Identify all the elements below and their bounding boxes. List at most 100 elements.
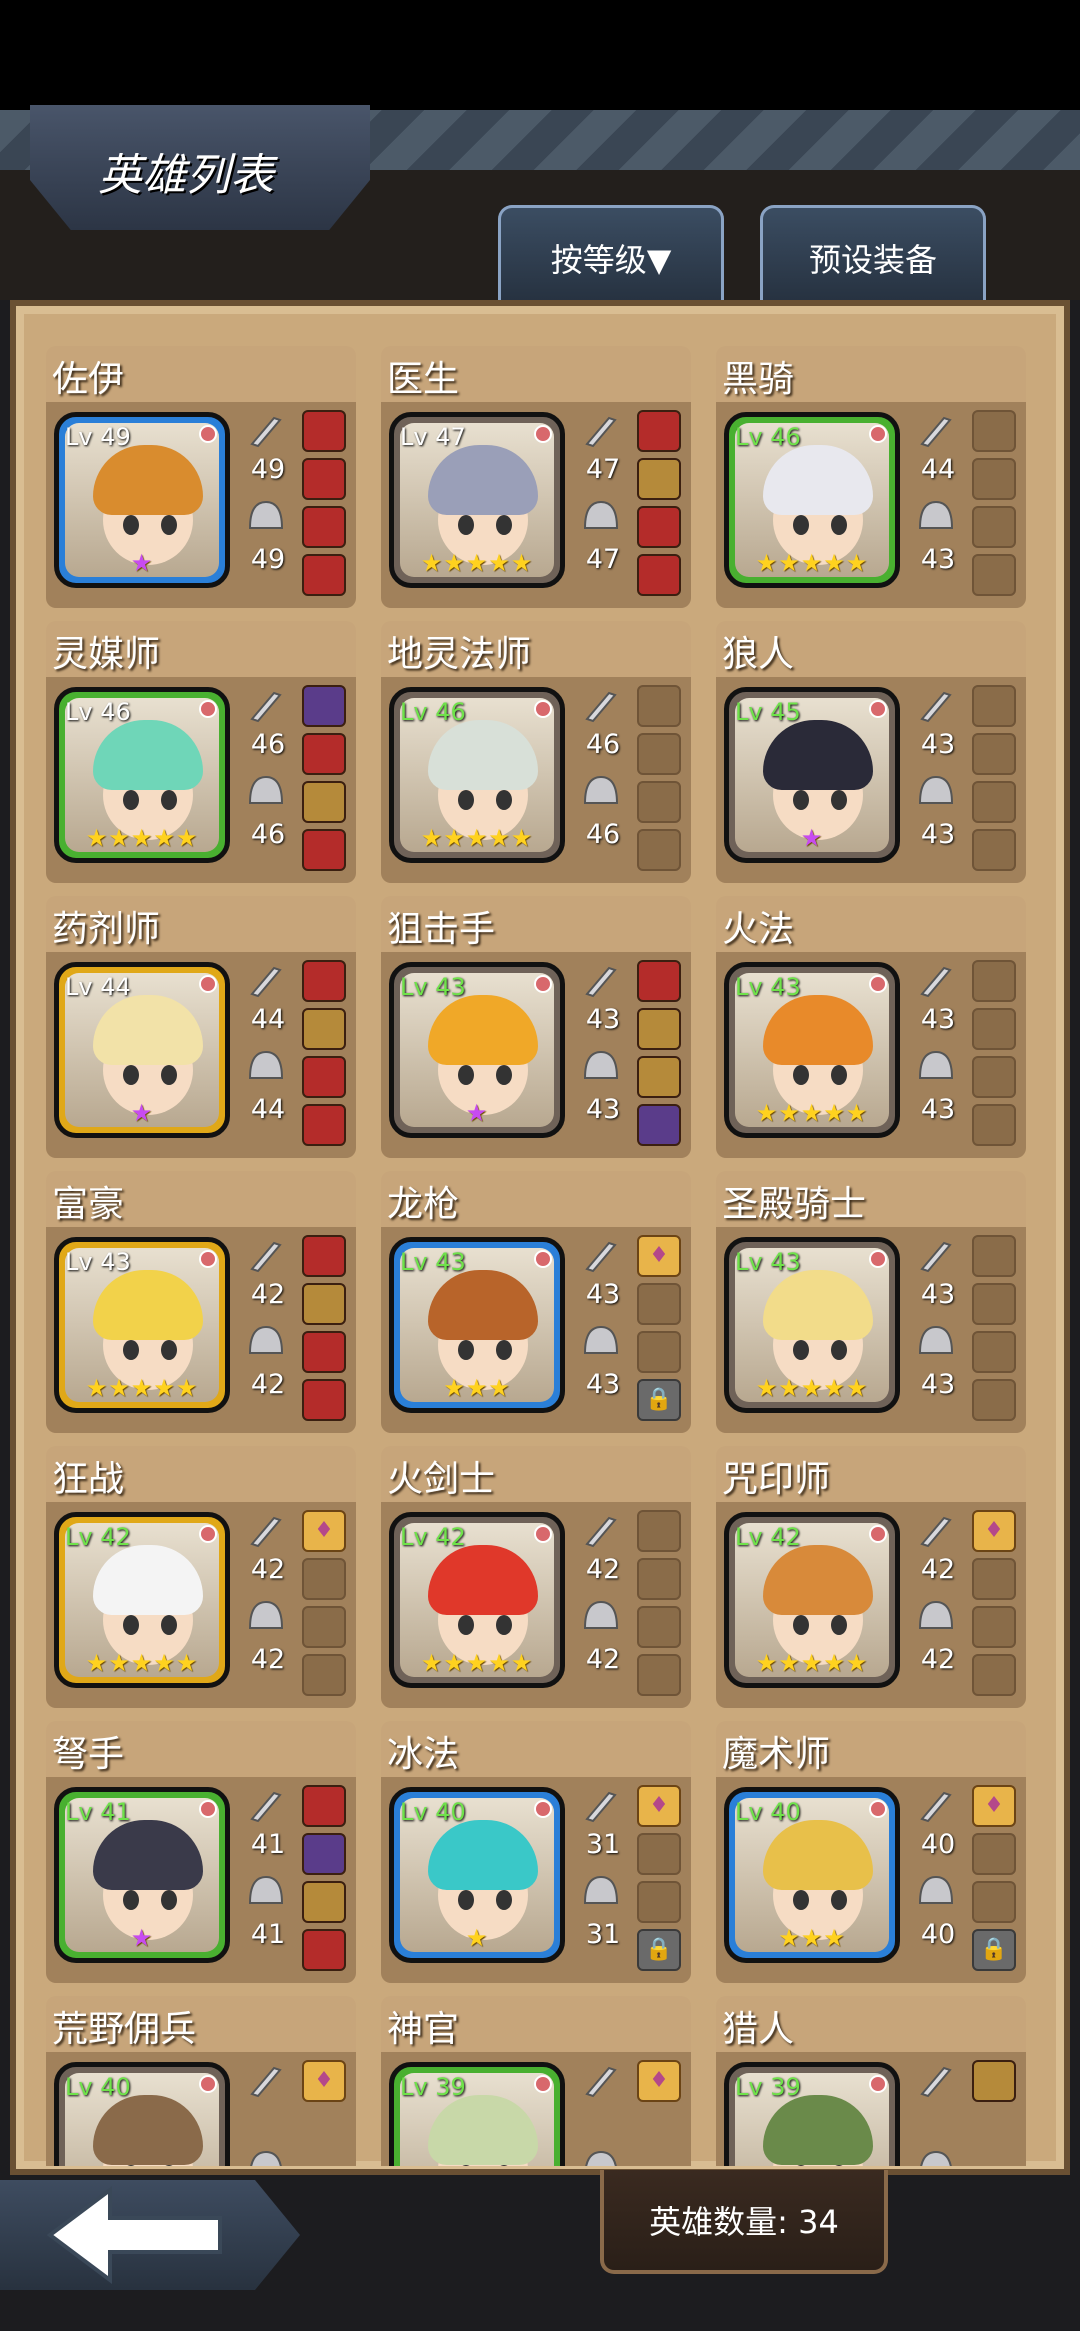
hero-card[interactable]: 黑骑 Lv 46 ★★★★★ 44 43 (716, 346, 1026, 608)
hero-portrait[interactable]: Lv 42 ★★★★★ (724, 1512, 900, 1688)
equip-slot[interactable] (302, 1283, 346, 1325)
empty-equip-slot[interactable] (972, 1881, 1016, 1923)
potion-slot[interactable]: ♦ (637, 1235, 681, 1277)
hero-portrait[interactable]: Lv 41 ★ (54, 1787, 230, 1963)
hero-card[interactable]: 猎人 Lv 39 (716, 1996, 1026, 2166)
hero-card[interactable]: 地灵法师 Lv 46 ★★★★★ 46 46 (381, 621, 691, 883)
hero-portrait[interactable]: Lv 46 ★★★★★ (389, 687, 565, 863)
empty-equip-slot[interactable] (972, 1379, 1016, 1421)
sort-by-level-button[interactable]: 按等级▼ (498, 205, 724, 308)
hero-card[interactable]: 圣殿骑士 Lv 43 ★★★★★ 43 43 (716, 1171, 1026, 1433)
hero-portrait[interactable]: Lv 46 ★★★★★ (54, 687, 230, 863)
back-button[interactable] (0, 2180, 300, 2290)
empty-equip-slot[interactable] (637, 1331, 681, 1373)
equip-slot[interactable] (637, 554, 681, 596)
hero-portrait[interactable]: Lv 49 ★ (54, 412, 230, 588)
equip-slot[interactable] (302, 781, 346, 823)
hero-card[interactable]: 狙击手 Lv 43 ★ 43 43 (381, 896, 691, 1158)
equip-slot[interactable] (637, 1056, 681, 1098)
equip-slot[interactable] (302, 1008, 346, 1050)
empty-equip-slot[interactable] (302, 1654, 346, 1696)
empty-equip-slot[interactable] (972, 506, 1016, 548)
hero-card[interactable]: 咒印师 Lv 42 ★★★★★ 42 42 ♦ (716, 1446, 1026, 1708)
hero-portrait[interactable]: Lv 43 ★★★★★ (724, 962, 900, 1138)
equip-slot[interactable] (302, 410, 346, 452)
hero-portrait[interactable]: Lv 47 ★★★★★ (389, 412, 565, 588)
equip-slot[interactable] (637, 1008, 681, 1050)
lock-icon[interactable]: 🔒 (637, 1379, 681, 1421)
hero-portrait[interactable]: Lv 45 ★ (724, 687, 900, 863)
hero-portrait[interactable]: Lv 42 ★★★★★ (389, 1512, 565, 1688)
hero-portrait[interactable]: Lv 39 (389, 2062, 565, 2166)
empty-equip-slot[interactable] (637, 1881, 681, 1923)
hero-portrait[interactable]: Lv 39 (724, 2062, 900, 2166)
equip-slot[interactable] (302, 1785, 346, 1827)
equip-slot[interactable] (302, 1833, 346, 1875)
hero-card[interactable]: 神官 Lv 39 ♦ (381, 1996, 691, 2166)
hero-card[interactable]: 狂战 Lv 42 ★★★★★ 42 42 ♦ (46, 1446, 356, 1708)
potion-slot[interactable]: ♦ (302, 1510, 346, 1552)
empty-equip-slot[interactable] (972, 554, 1016, 596)
empty-equip-slot[interactable] (972, 1104, 1016, 1146)
empty-equip-slot[interactable] (637, 1558, 681, 1600)
hero-portrait[interactable]: Lv 46 ★★★★★ (724, 412, 900, 588)
hero-card[interactable]: 佐伊 Lv 49 ★ 49 49 (46, 346, 356, 608)
empty-equip-slot[interactable] (302, 1558, 346, 1600)
empty-equip-slot[interactable] (972, 733, 1016, 775)
equip-slot[interactable] (302, 1104, 346, 1146)
equip-slot[interactable] (637, 506, 681, 548)
equip-slot[interactable] (302, 685, 346, 727)
equip-slot[interactable] (302, 1379, 346, 1421)
equip-slot[interactable] (302, 458, 346, 500)
empty-equip-slot[interactable] (972, 685, 1016, 727)
hero-card[interactable]: 魔术师 Lv 40 ★★★ 40 40 ♦ 🔒 (716, 1721, 1026, 1983)
empty-equip-slot[interactable] (637, 829, 681, 871)
equip-slot[interactable] (302, 1881, 346, 1923)
empty-equip-slot[interactable] (972, 1558, 1016, 1600)
empty-equip-slot[interactable] (637, 1510, 681, 1552)
empty-equip-slot[interactable] (972, 1008, 1016, 1050)
empty-equip-slot[interactable] (972, 1654, 1016, 1696)
potion-slot[interactable]: ♦ (302, 2060, 346, 2102)
potion-slot[interactable]: ♦ (637, 1785, 681, 1827)
empty-equip-slot[interactable] (972, 781, 1016, 823)
preset-equipment-button[interactable]: 预设装备 (760, 205, 986, 308)
lock-icon[interactable]: 🔒 (972, 1929, 1016, 1971)
hero-portrait[interactable]: Lv 40 (54, 2062, 230, 2166)
equip-slot[interactable] (972, 2060, 1016, 2102)
hero-portrait[interactable]: Lv 43 ★★★★★ (54, 1237, 230, 1413)
potion-slot[interactable]: ♦ (972, 1510, 1016, 1552)
empty-equip-slot[interactable] (637, 1654, 681, 1696)
hero-card[interactable]: 医生 Lv 47 ★★★★★ 47 47 (381, 346, 691, 608)
empty-equip-slot[interactable] (637, 685, 681, 727)
hero-card[interactable]: 药剂师 Lv 44 ★ 44 44 (46, 896, 356, 1158)
hero-portrait[interactable]: Lv 42 ★★★★★ (54, 1512, 230, 1688)
equip-slot[interactable] (302, 506, 346, 548)
equip-slot[interactable] (637, 960, 681, 1002)
hero-card[interactable]: 富豪 Lv 43 ★★★★★ 42 42 (46, 1171, 356, 1433)
equip-slot[interactable] (302, 829, 346, 871)
empty-equip-slot[interactable] (972, 829, 1016, 871)
empty-equip-slot[interactable] (972, 1331, 1016, 1373)
empty-equip-slot[interactable] (637, 1606, 681, 1648)
hero-card[interactable]: 狼人 Lv 45 ★ 43 43 (716, 621, 1026, 883)
empty-equip-slot[interactable] (972, 458, 1016, 500)
hero-portrait[interactable]: Lv 43 ★★★★★ (724, 1237, 900, 1413)
hero-portrait[interactable]: Lv 44 ★ (54, 962, 230, 1138)
empty-equip-slot[interactable] (637, 733, 681, 775)
hero-card[interactable]: 火剑士 Lv 42 ★★★★★ 42 42 (381, 1446, 691, 1708)
empty-equip-slot[interactable] (972, 1056, 1016, 1098)
equip-slot[interactable] (302, 733, 346, 775)
hero-card[interactable]: 弩手 Lv 41 ★ 41 41 (46, 1721, 356, 1983)
equip-slot[interactable] (302, 554, 346, 596)
hero-card[interactable]: 冰法 Lv 40 ★ 31 31 ♦ 🔒 (381, 1721, 691, 1983)
hero-card[interactable]: 荒野佣兵 Lv 40 ♦ (46, 1996, 356, 2166)
hero-portrait[interactable]: Lv 40 ★★★ (724, 1787, 900, 1963)
hero-card[interactable]: 灵媒师 Lv 46 ★★★★★ 46 46 (46, 621, 356, 883)
equip-slot[interactable] (637, 1104, 681, 1146)
empty-equip-slot[interactable] (972, 1283, 1016, 1325)
empty-equip-slot[interactable] (972, 1606, 1016, 1648)
empty-equip-slot[interactable] (972, 1833, 1016, 1875)
equip-slot[interactable] (302, 1929, 346, 1971)
equip-slot[interactable] (637, 458, 681, 500)
